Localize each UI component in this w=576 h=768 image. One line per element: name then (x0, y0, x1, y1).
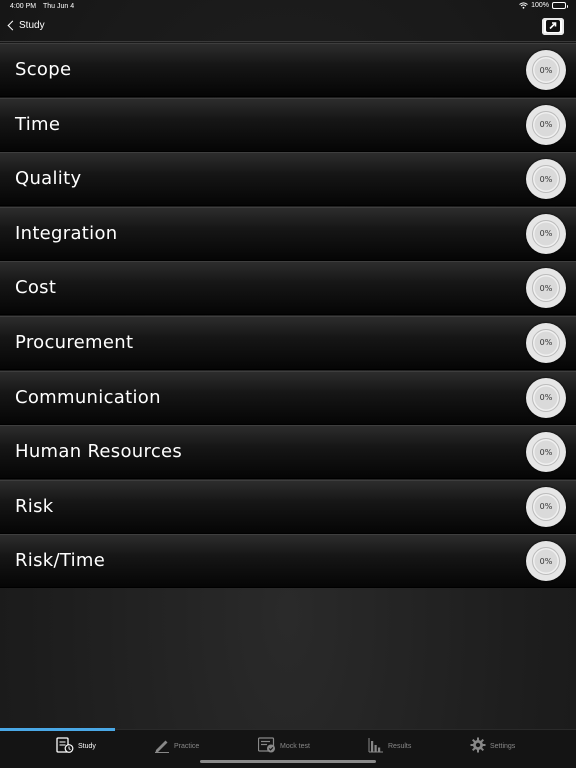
topic-row[interactable]: Time 0% (0, 97, 576, 152)
tab-study[interactable]: Study (56, 737, 96, 755)
topic-row[interactable]: Quality 0% (0, 152, 576, 207)
progress-value: 0% (539, 283, 553, 293)
home-indicator (200, 760, 376, 763)
progress-ring: 0% (526, 104, 566, 145)
topic-row[interactable]: Scope 0% (0, 43, 576, 97)
progress-value: 0% (539, 556, 553, 566)
battery-percent: 100% (531, 2, 549, 9)
topic-label: Human Resources (15, 441, 183, 463)
progress-ring: 0% (526, 432, 566, 473)
progress-value: 0% (539, 393, 553, 403)
progress-value: 0% (539, 65, 553, 75)
status-date: Thu Jun 4 (43, 3, 75, 10)
tab-label: Mock test (280, 742, 310, 750)
progress-ring: 0% (526, 486, 566, 527)
progress-ring: 0% (526, 159, 566, 200)
topic-label: Procurement (15, 331, 134, 353)
active-tab-indicator (0, 728, 115, 731)
mock-test-icon (257, 737, 276, 755)
share-arrow-icon (546, 17, 560, 36)
tab-label: Settings (490, 742, 516, 750)
progress-value: 0% (539, 229, 553, 239)
pencil-icon (154, 737, 170, 755)
topic-row[interactable]: Human Resources 0% (0, 425, 576, 480)
topic-label: Quality (15, 168, 82, 190)
progress-ring: 0% (526, 268, 566, 309)
tab-mock-test[interactable]: Mock test (257, 737, 310, 755)
tab-label: Study (78, 742, 96, 750)
topic-row[interactable]: Risk 0% (0, 479, 576, 534)
progress-value: 0% (539, 447, 553, 457)
tab-results[interactable]: Results (368, 737, 411, 755)
progress-ring: 0% (526, 377, 566, 418)
progress-ring: 0% (526, 322, 566, 363)
tab-settings[interactable]: Settings (470, 737, 515, 755)
study-icon (56, 737, 74, 755)
status-indicators: 100% (519, 2, 568, 9)
tab-label: Practice (174, 742, 200, 750)
tab-label: Results (388, 742, 412, 750)
topic-row[interactable]: Risk/Time 0% (0, 534, 576, 589)
progress-value: 0% (539, 502, 553, 512)
topic-row[interactable]: Communication 0% (0, 370, 576, 425)
gear-icon (470, 737, 486, 755)
topic-label: Risk (15, 495, 54, 517)
topic-label: Time (15, 113, 61, 135)
topic-row[interactable]: Procurement 0% (0, 315, 576, 370)
progress-value: 0% (539, 338, 553, 348)
tab-practice[interactable]: Practice (154, 737, 199, 755)
progress-ring: 0% (526, 541, 566, 582)
app-screen: 4:00 PM Thu Jun 4 100% Study Scope 0% Ti… (0, 0, 576, 768)
bar-chart-icon (368, 737, 384, 755)
topic-row[interactable]: Integration 0% (0, 206, 576, 261)
status-bar: 4:00 PM Thu Jun 4 100% (0, 0, 576, 14)
chevron-left-icon (7, 20, 18, 31)
back-label: Study (19, 20, 45, 31)
status-time: 4:00 PM (10, 3, 37, 10)
topic-row[interactable]: Cost 0% (0, 261, 576, 316)
progress-ring: 0% (526, 213, 566, 254)
topic-label: Scope (15, 59, 72, 80)
topic-label: Cost (15, 277, 57, 299)
battery-icon (552, 2, 568, 9)
topic-label: Risk/Time (15, 550, 106, 572)
topic-label: Communication (15, 386, 161, 408)
progress-value: 0% (539, 174, 553, 184)
progress-ring: 0% (526, 50, 566, 90)
topic-list: Scope 0% Time 0% Quality 0% Integration … (0, 43, 576, 589)
progress-value: 0% (539, 120, 553, 130)
back-button[interactable]: Study (6, 20, 45, 31)
navigation-bar: Study (0, 14, 576, 42)
share-button[interactable] (542, 18, 564, 35)
topic-label: Integration (15, 222, 118, 244)
wifi-icon (519, 2, 528, 9)
